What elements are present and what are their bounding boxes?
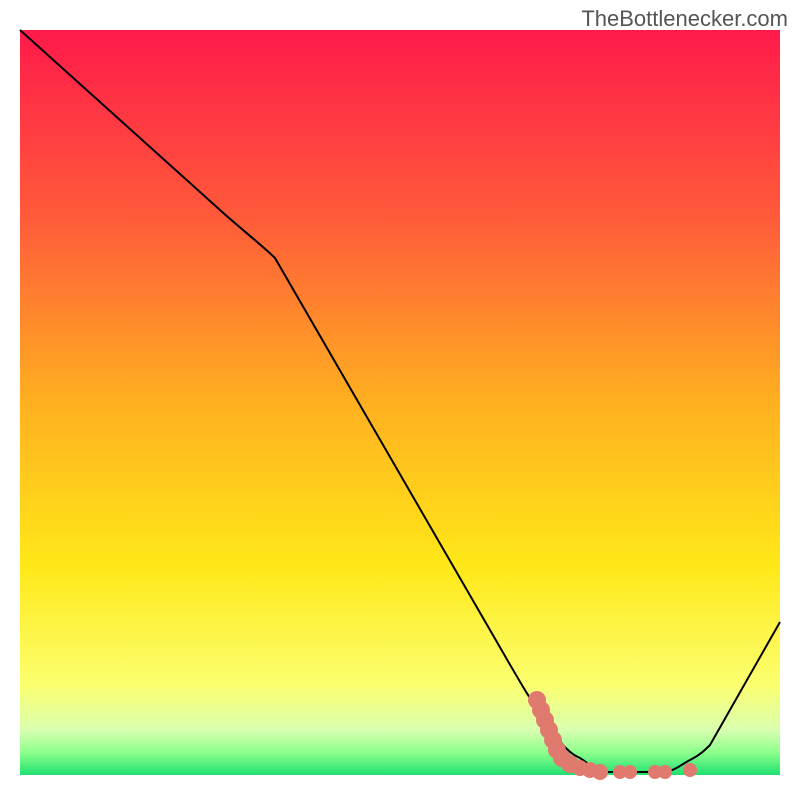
chart-container: TheBottlenecker.com [0,0,800,800]
watermark-label: TheBottlenecker.com [581,6,788,32]
data-marker [592,764,608,780]
data-marker [683,763,697,777]
bottleneck-chart [0,0,800,800]
gradient-background [20,30,780,775]
data-marker [658,765,672,779]
data-marker [623,765,637,779]
